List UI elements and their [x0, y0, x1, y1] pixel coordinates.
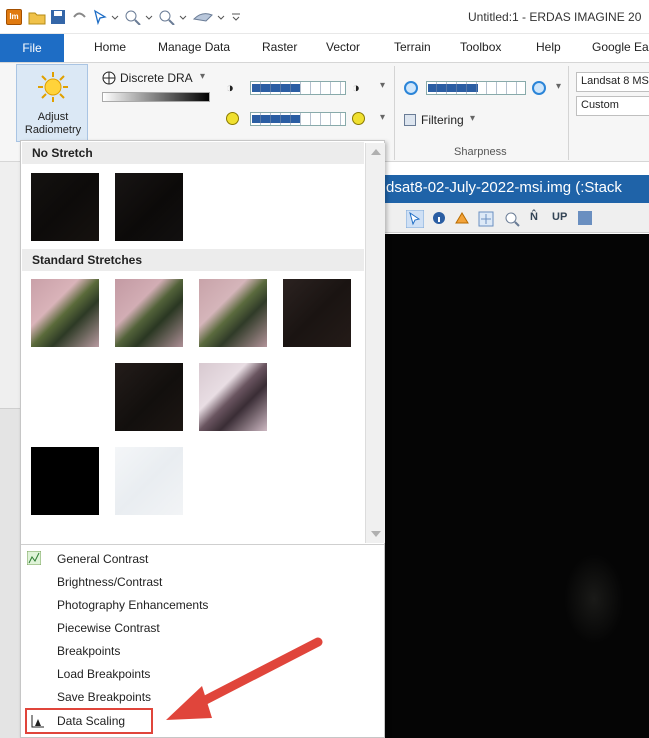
adjust-radiometry-label: Adjust Radiometry	[24, 111, 82, 136]
chevron-down-icon[interactable]: ▾	[470, 113, 475, 124]
customize-toolbar-icon[interactable]	[230, 9, 242, 25]
sharpness-slider[interactable]	[426, 81, 526, 95]
scroll-up-icon[interactable]	[371, 149, 381, 155]
dropdown-scrollbar[interactable]	[365, 143, 385, 543]
section-header-no-stretch: No Stretch	[22, 142, 364, 164]
sun-icon	[38, 72, 68, 102]
viewer-toolbar: N̂ UP	[384, 203, 649, 233]
tab-raster[interactable]: Raster	[262, 40, 297, 54]
adjust-radiometry-button[interactable]: Adjust Radiometry	[16, 64, 88, 142]
contrast-slider[interactable]	[250, 81, 346, 95]
sensor-preset-select[interactable]: Landsat 8 MS	[576, 72, 649, 92]
ribbon-separator	[394, 66, 395, 160]
open-folder-icon[interactable]	[28, 9, 46, 25]
pan-hand-icon[interactable]	[192, 9, 214, 25]
chevron-down-icon[interactable]	[216, 9, 226, 25]
annotation-arrow-icon	[166, 637, 323, 720]
no-stretch-thumbnail[interactable]	[31, 173, 99, 241]
rotate-up-icon[interactable]: UP	[552, 211, 567, 223]
no-stretch-thumbnail[interactable]	[115, 173, 183, 241]
menu-item-photography-enhancements[interactable]: Photography Enhancements	[57, 598, 208, 612]
discrete-dra-label[interactable]: Discrete DRA	[120, 71, 193, 85]
menu-divider	[21, 544, 384, 545]
stretch-thumbnail[interactable]	[199, 363, 267, 431]
undo-icon[interactable]	[70, 9, 88, 25]
filtering-icon	[404, 114, 416, 126]
menu-item-general-contrast[interactable]: General Contrast	[57, 552, 148, 566]
chevron-down-icon[interactable]	[144, 9, 154, 25]
stretch-thumbnail[interactable]	[31, 447, 99, 515]
tab-manage-data[interactable]: Manage Data	[158, 40, 230, 54]
chevron-down-icon[interactable]	[110, 9, 120, 25]
stretch-thumbnail[interactable]	[115, 363, 183, 431]
tab-vector[interactable]: Vector	[326, 40, 360, 54]
title-bar: Im Untitled:1 - ERDAS IMAGINE 20	[0, 0, 649, 34]
menu-item-breakpoints[interactable]: Breakpoints	[57, 644, 120, 658]
chevron-down-icon[interactable]	[178, 9, 188, 25]
fit-to-frame-icon[interactable]	[478, 211, 494, 227]
zoom-icon[interactable]	[504, 211, 520, 227]
contrast-icon: ◑	[226, 80, 234, 95]
info-icon[interactable]	[432, 211, 446, 225]
stretch-thumbnail[interactable]	[115, 279, 183, 347]
save-icon[interactable]	[50, 9, 66, 25]
viewer-tool-icon[interactable]	[578, 211, 592, 225]
sharpness-decrease-icon[interactable]	[404, 81, 418, 95]
sharpness-group-label: Sharpness	[454, 146, 507, 158]
filtering-button[interactable]: Filtering	[421, 113, 464, 127]
stretch-thumbnail[interactable]	[199, 279, 267, 347]
menu-item-data-scaling[interactable]: Data Scaling	[57, 714, 125, 728]
scroll-down-icon[interactable]	[371, 531, 381, 537]
app-icon[interactable]: Im	[6, 9, 22, 25]
brightness-increase-icon[interactable]	[352, 112, 365, 125]
menu-item-piecewise-contrast[interactable]: Piecewise Contrast	[57, 621, 160, 635]
chevron-down-icon[interactable]: ▾	[556, 81, 561, 92]
select-pointer-icon[interactable]	[92, 9, 110, 25]
stretch-thumbnail[interactable]	[115, 447, 183, 515]
select-pointer-icon[interactable]	[406, 210, 424, 228]
menu-item-brightness-contrast[interactable]: Brightness/Contrast	[57, 575, 162, 589]
tab-terrain[interactable]: Terrain	[394, 40, 431, 54]
discrete-dra-icon	[102, 71, 116, 85]
ribbon-separator	[568, 66, 569, 160]
general-contrast-icon	[27, 551, 41, 565]
stretch-thumbnail[interactable]	[283, 279, 351, 347]
tab-home[interactable]: Home	[94, 40, 126, 54]
chevron-down-icon[interactable]: ▾	[380, 112, 385, 123]
chevron-down-icon[interactable]: ▾	[380, 80, 385, 91]
left-panel-lower	[0, 408, 20, 738]
erdas-imagine-window: Im Untitled:1 - ERDAS IMAGINE 20 Home Ma…	[0, 0, 649, 738]
chevron-down-icon[interactable]: ▾	[200, 71, 205, 82]
brightness-icon	[226, 112, 239, 125]
pan-icon[interactable]	[454, 211, 470, 227]
dra-gradient-bar	[102, 92, 210, 102]
north-up-icon[interactable]: N̂	[530, 211, 538, 223]
zoom-out-icon[interactable]	[158, 9, 176, 25]
custom-preset-select[interactable]: Custom	[576, 96, 649, 116]
tab-toolbox[interactable]: Toolbox	[460, 40, 501, 54]
window-title: Untitled:1 - ERDAS IMAGINE 20	[468, 10, 642, 24]
menu-item-save-breakpoints[interactable]: Save Breakpoints	[57, 690, 151, 704]
zoom-in-icon[interactable]	[124, 9, 142, 25]
ribbon-tab-bar: Home Manage Data Raster Vector Terrain T…	[0, 34, 649, 62]
image-content	[564, 554, 624, 644]
data-scaling-icon	[31, 715, 44, 728]
tab-help[interactable]: Help	[536, 40, 561, 54]
menu-item-load-breakpoints[interactable]: Load Breakpoints	[57, 667, 150, 681]
viewer-title-bar[interactable]: dsat8-02-July-2022-msi.img (:Stack	[384, 175, 649, 203]
contrast-increase-icon[interactable]: ◑	[352, 80, 360, 95]
tab-google-earth[interactable]: Google Ear	[592, 40, 649, 54]
sharpness-increase-icon[interactable]	[532, 81, 546, 95]
section-header-standard-stretches: Standard Stretches	[22, 249, 364, 271]
brightness-slider[interactable]	[250, 112, 346, 126]
stretch-thumbnail[interactable]	[31, 279, 99, 347]
tab-file[interactable]: File	[0, 34, 64, 62]
image-viewer-canvas[interactable]	[384, 234, 649, 738]
